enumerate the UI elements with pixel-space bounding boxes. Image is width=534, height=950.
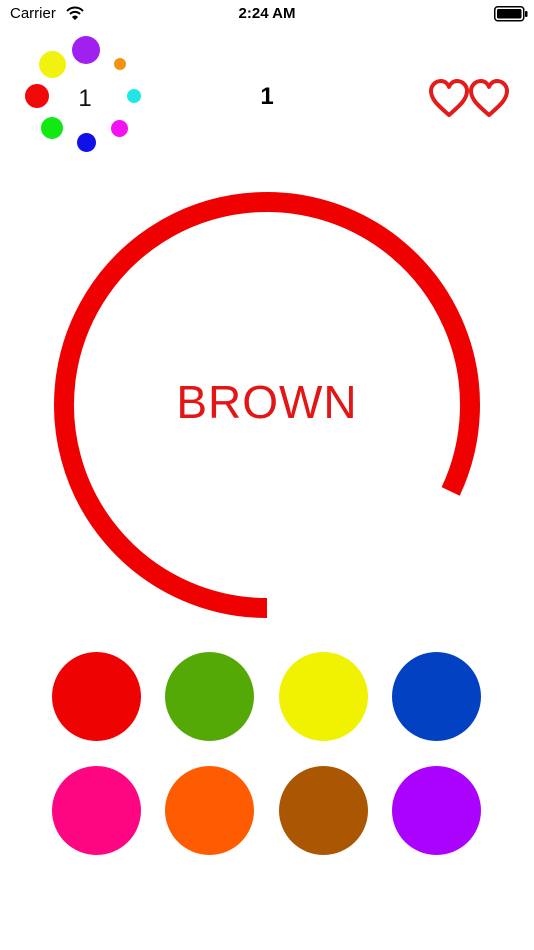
color-button-brown[interactable] [279,766,368,855]
color-button-purple[interactable] [392,766,481,855]
logo-dot [41,117,63,139]
status-time: 2:24 AM [238,5,296,22]
score-counter: 1 [260,83,274,110]
logo-dot [111,120,128,137]
status-bar: Carrier 2:24 AM [0,0,534,28]
color-button-red[interactable] [52,652,141,741]
logo-dot [127,89,141,103]
color-button-orange[interactable] [165,766,254,855]
logo-dot [114,58,126,70]
logo-dot [39,51,66,78]
heart-icon [469,79,509,117]
logo-dot [72,36,100,64]
battery-icon [494,6,528,27]
logo-dot [25,84,49,108]
color-button-blue[interactable] [392,652,481,741]
app-logo: 1 [20,30,150,160]
target-color-word: BROWN [176,376,358,428]
color-button-yellow[interactable] [279,652,368,741]
color-button-pink[interactable] [52,766,141,855]
lives-indicator [428,78,512,120]
color-button-green[interactable] [165,652,254,741]
heart-icon [429,79,469,117]
logo-dot [77,133,96,152]
logo-number: 1 [78,85,92,112]
